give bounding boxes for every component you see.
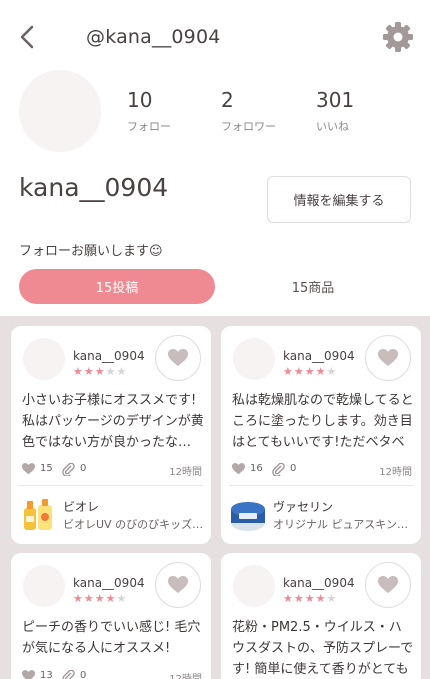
tab-posts[interactable]: 15投稿 — [19, 269, 215, 304]
post-card[interactable]: kana__0904 ★★★★★ ピーチの香りでいい感じ! 毛穴が気になる人にオ… — [11, 553, 211, 679]
post-feed: kana__0904 ★★★★★ 小さいお子様にオススメです! 私はパッケージの… — [0, 316, 430, 679]
post-meta: 15 0 12時間 — [22, 463, 202, 478]
post-card[interactable]: kana__0904 ★★★★★ 花粉・PM2.5・ウイルス・ハウスダストの、予… — [221, 553, 421, 679]
favorite-button[interactable] — [155, 562, 201, 608]
heart-icon — [168, 576, 188, 593]
post-avatar[interactable] — [233, 565, 275, 607]
heart-icon[interactable] — [22, 670, 35, 679]
post-avatar[interactable] — [23, 565, 65, 607]
post-time: 12時間 — [169, 467, 202, 478]
edit-profile-button[interactable]: 情報を編集する — [267, 176, 411, 223]
stat-label: フォロー — [127, 120, 171, 133]
heart-icon — [378, 576, 398, 593]
product-description: オリジナル ピュアスキンジェリー — [273, 518, 418, 531]
page-title: @kana__0904 — [86, 26, 221, 48]
post-card[interactable]: kana__0904 ★★★★★ 小さいお子様にオススメです! 私はパッケージの… — [11, 326, 211, 544]
jelly-jar-icon — [231, 502, 265, 531]
post-avatar[interactable] — [23, 338, 65, 380]
stat-value: 301 — [316, 88, 355, 112]
rating-stars: ★★★★★ — [283, 365, 338, 378]
post-username: kana__0904 — [73, 349, 145, 363]
paperclip-icon[interactable] — [62, 463, 76, 476]
tab-products[interactable]: 15商品 — [215, 269, 411, 304]
favorite-button[interactable] — [155, 335, 201, 381]
like-count: 15 — [40, 463, 53, 474]
rating-stars: ★★★★★ — [73, 592, 128, 605]
sunscreen-bottle-icon — [24, 499, 52, 530]
product-name: ヴァセリン — [273, 500, 334, 514]
post-text: 花粉・PM2.5・ウイルス・ハウスダストの、予防スプレーです! 簡単に使えて香り… — [232, 620, 414, 677]
post-card[interactable]: kana__0904 ★★★★★ 私は乾燥肌なので乾燥してるところに塗ったりしま… — [221, 326, 421, 544]
post-username: kana__0904 — [283, 349, 355, 363]
settings-button[interactable] — [382, 21, 414, 53]
post-meta: 13 0 12時間 — [22, 670, 202, 679]
paperclip-icon[interactable] — [62, 670, 76, 679]
paperclip-icon[interactable] — [272, 463, 286, 476]
profile-bio: フォローお願いします☺ — [19, 244, 163, 259]
post-text: ピーチの香りでいい感じ! 毛穴が気になる人にオススメ! — [22, 620, 201, 656]
clip-count: 0 — [290, 463, 297, 474]
clip-count: 0 — [80, 670, 87, 679]
profile-username: kana__0904 — [19, 173, 169, 202]
post-time: 12時間 — [379, 467, 412, 478]
stat-value: 10 — [127, 88, 153, 112]
heart-icon[interactable] — [22, 463, 35, 475]
heart-icon[interactable] — [232, 463, 245, 475]
post-username: kana__0904 — [73, 576, 145, 590]
divider — [19, 485, 203, 486]
stat-following[interactable]: 10 フォロー — [127, 88, 171, 134]
rating-stars: ★★★★★ — [73, 365, 128, 378]
rating-stars: ★★★★★ — [283, 592, 338, 605]
stat-likes[interactable]: 301 いいね — [316, 88, 354, 134]
favorite-button[interactable] — [365, 335, 411, 381]
post-text: 私は乾燥肌なので乾燥してるところに塗ったりします。効き目はとてもいいです!ただベ… — [232, 393, 414, 450]
stat-label: いいね — [316, 120, 349, 133]
post-meta: 16 0 12時間 — [232, 463, 412, 478]
product-name: ビオレ — [63, 500, 100, 514]
clip-count: 0 — [80, 463, 87, 474]
top-bar: @kana__0904 — [0, 0, 430, 75]
stat-value: 2 — [221, 88, 234, 112]
gear-icon — [383, 22, 413, 52]
stat-label: フォロワー — [221, 120, 276, 133]
product-image[interactable] — [19, 496, 57, 534]
favorite-button[interactable] — [365, 562, 411, 608]
heart-icon — [378, 349, 398, 366]
product-description: ビオレUV のびのびキッズミルク — [63, 518, 208, 531]
heart-icon — [168, 349, 188, 366]
profile-tabs: 15投稿 15商品 — [0, 269, 430, 305]
like-count: 16 — [250, 463, 263, 474]
avatar[interactable] — [19, 70, 101, 152]
post-avatar[interactable] — [233, 338, 275, 380]
like-count: 13 — [40, 670, 53, 679]
stat-followers[interactable]: 2 フォロワー — [221, 88, 276, 134]
back-button[interactable] — [14, 22, 42, 52]
post-time: 12時間 — [169, 670, 202, 679]
product-image[interactable] — [229, 496, 267, 534]
post-text: 小さいお子様にオススメです! 私はパッケージのデザインが黄色ではない方が良かった… — [22, 393, 204, 450]
chevron-left-icon — [20, 25, 34, 49]
divider — [229, 485, 413, 486]
post-username: kana__0904 — [283, 576, 355, 590]
